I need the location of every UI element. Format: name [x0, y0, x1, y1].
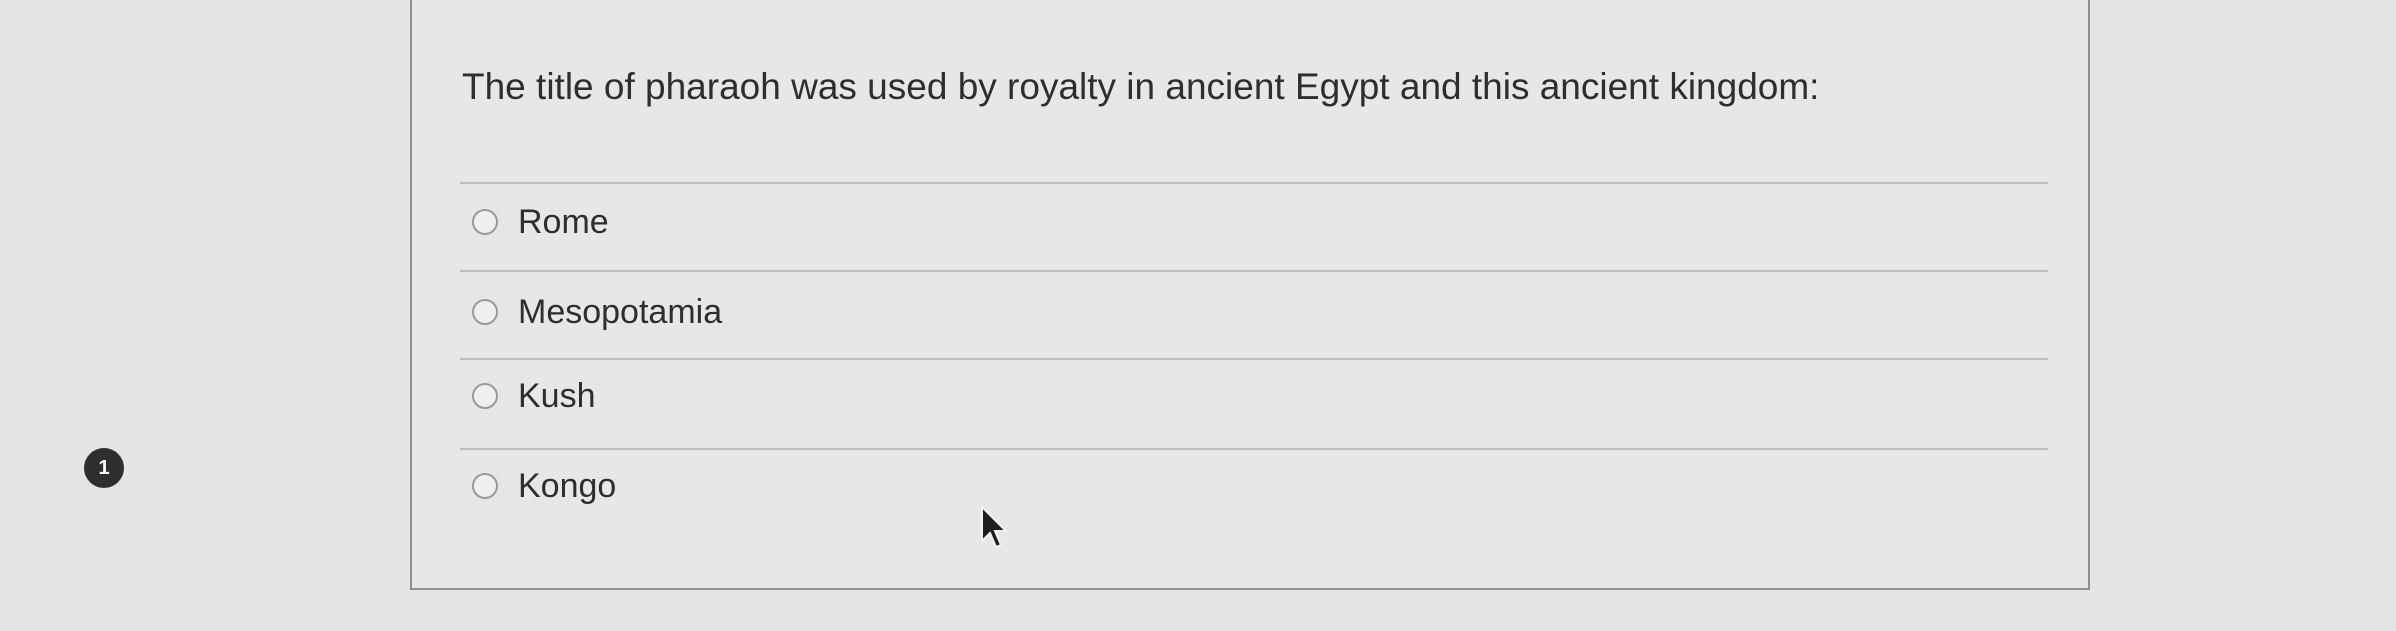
- radio-button-icon[interactable]: [472, 473, 498, 499]
- radio-button-icon[interactable]: [472, 383, 498, 409]
- answer-option-kongo[interactable]: Kongo: [472, 456, 616, 516]
- option-label: Kongo: [518, 466, 617, 505]
- answer-option-rome[interactable]: Rome: [472, 192, 609, 252]
- mouse-pointer-icon: [981, 505, 1009, 549]
- divider: [460, 270, 2048, 272]
- divider: [460, 182, 2048, 184]
- answer-option-kush[interactable]: Kush: [472, 366, 596, 426]
- option-label: Kush: [518, 376, 596, 415]
- radio-button-icon[interactable]: [472, 209, 498, 235]
- divider: [460, 358, 2048, 360]
- question-number-badge: 1: [84, 448, 124, 488]
- radio-button-icon[interactable]: [472, 299, 498, 325]
- answer-option-mesopotamia[interactable]: Mesopotamia: [472, 282, 722, 342]
- divider: [460, 448, 2048, 450]
- question-card: The title of pharaoh was used by royalty…: [410, 0, 2090, 590]
- option-label: Mesopotamia: [518, 292, 723, 331]
- question-text: The title of pharaoh was used by royalty…: [462, 66, 1820, 107]
- option-label: Rome: [518, 202, 609, 241]
